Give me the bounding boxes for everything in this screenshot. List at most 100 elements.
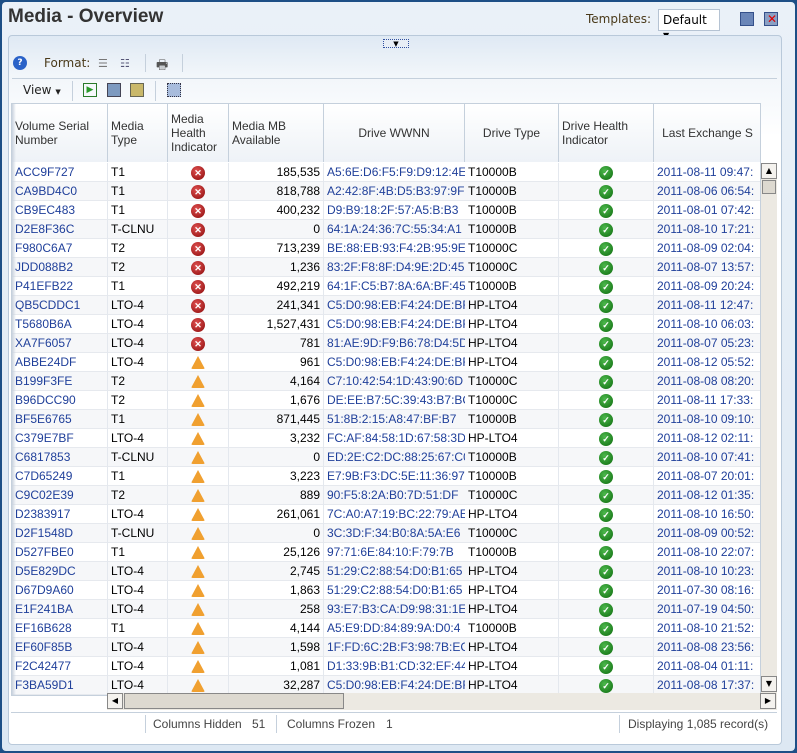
- cell-last-exchange[interactable]: 2011-08-08 23:56:: [654, 638, 760, 657]
- help-icon[interactable]: ?: [13, 56, 27, 70]
- cell-volume-serial-number[interactable]: ACC9F727: [12, 163, 108, 182]
- cell-drive-wwnn[interactable]: 97:71:6E:84:10:F:79:7B: [324, 543, 465, 562]
- cell-last-exchange[interactable]: 2011-08-10 06:03:: [654, 315, 760, 334]
- cell-last-exchange[interactable]: 2011-08-12 02:11:: [654, 429, 760, 448]
- cell-volume-serial-number[interactable]: D527FBE0: [12, 543, 108, 562]
- column-header-drive-type[interactable]: Drive Type: [465, 104, 559, 162]
- templates-select[interactable]: Default ▼: [658, 9, 720, 40]
- cell-last-exchange[interactable]: 2011-08-10 21:52:: [654, 619, 760, 638]
- cell-drive-wwnn[interactable]: A2:42:8F:4B:D5:B3:97:9F: [324, 182, 465, 201]
- cell-drive-wwnn[interactable]: 1F:FD:6C:2B:F3:98:7B:EC: [324, 638, 465, 657]
- cell-last-exchange[interactable]: 2011-08-04 01:11:: [654, 657, 760, 676]
- cell-drive-wwnn[interactable]: E7:9B:F3:DC:5E:11:36:97: [324, 467, 465, 486]
- cell-drive-wwnn[interactable]: BE:88:EB:93:F4:2B:95:9E: [324, 239, 465, 258]
- view-menu[interactable]: View ▼: [23, 83, 61, 97]
- table-row[interactable]: F2C42477 LTO-4 1,081 D1:33:9B:B1:CD:32:EF:4…: [12, 657, 760, 676]
- cell-drive-wwnn[interactable]: C7:10:42:54:1D:43:90:6D: [324, 372, 465, 391]
- cell-drive-wwnn[interactable]: D1:33:9B:B1:CD:32:EF:44: [324, 657, 465, 676]
- cell-last-exchange[interactable]: 2011-08-06 06:54:: [654, 182, 760, 201]
- cell-volume-serial-number[interactable]: T5680B6A: [12, 315, 108, 334]
- cell-volume-serial-number[interactable]: P41EFB22: [12, 277, 108, 296]
- cell-last-exchange[interactable]: 2011-08-12 01:35:: [654, 486, 760, 505]
- cell-drive-wwnn[interactable]: 7C:A0:A7:19:BC:22:79:AE: [324, 505, 465, 524]
- column-header-volume-serial-number[interactable]: Volume Serial Number: [12, 104, 108, 162]
- cell-volume-serial-number[interactable]: EF60F85B: [12, 638, 108, 657]
- cell-volume-serial-number[interactable]: CA9BD4C0: [12, 182, 108, 201]
- cell-last-exchange[interactable]: 2011-08-10 22:07:: [654, 543, 760, 562]
- cell-drive-wwnn[interactable]: ED:2E:C2:DC:88:25:67:C0: [324, 448, 465, 467]
- cell-last-exchange[interactable]: 2011-08-08 08:20:: [654, 372, 760, 391]
- detach-icon[interactable]: [167, 83, 181, 97]
- table-row[interactable]: CB9EC483 T1 ✕ 400,232 D9:B9:18:2F:57:A5:B:B3…: [12, 201, 760, 220]
- detail-format-icon[interactable]: ☷: [120, 57, 134, 71]
- cell-last-exchange[interactable]: 2011-08-10 17:21:: [654, 220, 760, 239]
- cell-last-exchange[interactable]: 2011-08-10 16:50:: [654, 505, 760, 524]
- table-row[interactable]: D2383917 LTO-4 261,061 7C:A0:A7:19:BC:22:79…: [12, 505, 760, 524]
- cell-last-exchange[interactable]: 2011-08-09 02:04:: [654, 239, 760, 258]
- filter-icon[interactable]: [130, 83, 144, 97]
- cell-volume-serial-number[interactable]: E1F241BA: [12, 600, 108, 619]
- cell-volume-serial-number[interactable]: F3BA59D1: [12, 676, 108, 695]
- table-row[interactable]: D67D9A60 LTO-4 1,863 51:29:C2:88:54:D0:B1:6…: [12, 581, 760, 600]
- cell-drive-wwnn[interactable]: 51:29:C2:88:54:D0:B1:65: [324, 562, 465, 581]
- cell-volume-serial-number[interactable]: D5E829DC: [12, 562, 108, 581]
- list-format-icon[interactable]: ☰: [98, 57, 112, 71]
- horizontal-scroll-thumb[interactable]: [124, 693, 344, 709]
- table-row[interactable]: D527FBE0 T1 25,126 97:71:6E:84:10:F:79:7B T1…: [12, 543, 760, 562]
- cell-last-exchange[interactable]: 2011-08-07 13:57:: [654, 258, 760, 277]
- table-row[interactable]: B96DCC90 T2 1,676 DE:EE:B7:5C:39:43:B7:BC T1…: [12, 391, 760, 410]
- column-header-drive-wwnn[interactable]: Drive WWNN: [324, 104, 465, 162]
- cell-last-exchange[interactable]: 2011-08-10 07:41:: [654, 448, 760, 467]
- cell-volume-serial-number[interactable]: F980C6A7: [12, 239, 108, 258]
- cell-last-exchange[interactable]: 2011-08-09 00:52:: [654, 524, 760, 543]
- column-header-last-exchange[interactable]: Last Exchange S: [654, 104, 760, 162]
- cell-drive-wwnn[interactable]: A5:6E:D6:F5:F9:D9:12:4E: [324, 163, 465, 182]
- scroll-down-button[interactable]: ▼: [761, 676, 777, 692]
- table-row[interactable]: C6817853 T-CLNU 0 ED:2E:C2:DC:88:25:67:C0 T1…: [12, 448, 760, 467]
- table-row[interactable]: XA7F6057 LTO-4 ✕ 781 81:AE:9D:F9:B6:78:D4:5D…: [12, 334, 760, 353]
- cell-last-exchange[interactable]: 2011-07-30 08:16:: [654, 581, 760, 600]
- table-row[interactable]: B199F3FE T2 4,164 C7:10:42:54:1D:43:90:6D T1…: [12, 372, 760, 391]
- cell-volume-serial-number[interactable]: ABBE24DF: [12, 353, 108, 372]
- cell-drive-wwnn[interactable]: C5:D0:98:EB:F4:24:DE:BF: [324, 315, 465, 334]
- cell-volume-serial-number[interactable]: C6817853: [12, 448, 108, 467]
- export-icon[interactable]: [107, 83, 121, 97]
- cell-volume-serial-number[interactable]: B199F3FE: [12, 372, 108, 391]
- delete-template-icon[interactable]: ✕: [764, 12, 778, 26]
- cell-drive-wwnn[interactable]: C5:D0:98:EB:F4:24:DE:BF: [324, 353, 465, 372]
- cell-volume-serial-number[interactable]: XA7F6057: [12, 334, 108, 353]
- column-header-media-mb-available[interactable]: Media MB Available: [229, 104, 324, 162]
- cell-volume-serial-number[interactable]: C7D65249: [12, 467, 108, 486]
- cell-last-exchange[interactable]: 2011-08-09 20:24:: [654, 277, 760, 296]
- cell-drive-wwnn[interactable]: 64:1A:24:36:7C:55:34:A1: [324, 220, 465, 239]
- cell-volume-serial-number[interactable]: D2383917: [12, 505, 108, 524]
- scroll-left-button[interactable]: ◀: [107, 693, 123, 709]
- cell-drive-wwnn[interactable]: 81:AE:9D:F9:B6:78:D4:5D: [324, 334, 465, 353]
- collapse-toggle[interactable]: ▼: [383, 39, 409, 48]
- cell-drive-wwnn[interactable]: 64:1F:C5:B7:8A:6A:BF:45: [324, 277, 465, 296]
- table-row[interactable]: EF60F85B LTO-4 1,598 1F:FD:6C:2B:F3:98:7B:E…: [12, 638, 760, 657]
- table-row[interactable]: D2F1548D T-CLNU 0 3C:3D:F:34:B0:8A:5A:E6 T10…: [12, 524, 760, 543]
- vertical-scrollbar[interactable]: ▲ ▼: [760, 163, 777, 693]
- cell-drive-wwnn[interactable]: 51:8B:2:15:A8:47:BF:B7: [324, 410, 465, 429]
- cell-volume-serial-number[interactable]: C379E7BF: [12, 429, 108, 448]
- cell-last-exchange[interactable]: 2011-08-11 09:47:: [654, 163, 760, 182]
- scroll-up-button[interactable]: ▲: [761, 163, 777, 179]
- table-row[interactable]: ACC9F727 T1 ✕ 185,535 A5:6E:D6:F5:F9:D9:12:4…: [12, 163, 760, 182]
- cell-volume-serial-number[interactable]: D2E8F36C: [12, 220, 108, 239]
- cell-last-exchange[interactable]: 2011-08-11 17:33:: [654, 391, 760, 410]
- cell-volume-serial-number[interactable]: BF5E6765: [12, 410, 108, 429]
- cell-drive-wwnn[interactable]: DE:EE:B7:5C:39:43:B7:BC: [324, 391, 465, 410]
- table-row[interactable]: ABBE24DF LTO-4 961 C5:D0:98:EB:F4:24:DE:BF H…: [12, 353, 760, 372]
- cell-volume-serial-number[interactable]: B96DCC90: [12, 391, 108, 410]
- cell-drive-wwnn[interactable]: 3C:3D:F:34:B0:8A:5A:E6: [324, 524, 465, 543]
- cell-last-exchange[interactable]: 2011-08-11 12:47:: [654, 296, 760, 315]
- cell-last-exchange[interactable]: 2011-08-12 05:52:: [654, 353, 760, 372]
- table-row[interactable]: QB5CDDC1 LTO-4 ✕ 241,341 C5:D0:98:EB:F4:24:D…: [12, 296, 760, 315]
- table-row[interactable]: E1F241BA LTO-4 258 93:E7:B3:CA:D9:98:31:1E H…: [12, 600, 760, 619]
- cell-drive-wwnn[interactable]: C5:D0:98:EB:F4:24:DE:BF: [324, 296, 465, 315]
- cell-last-exchange[interactable]: 2011-08-07 05:23:: [654, 334, 760, 353]
- column-header-media-type[interactable]: Media Type: [108, 104, 168, 162]
- table-row[interactable]: EF16B628 T1 4,144 A5:E9:DD:84:89:9A:D0:4 T10…: [12, 619, 760, 638]
- column-header-drive-health-indicator[interactable]: Drive Health Indicator: [559, 104, 654, 162]
